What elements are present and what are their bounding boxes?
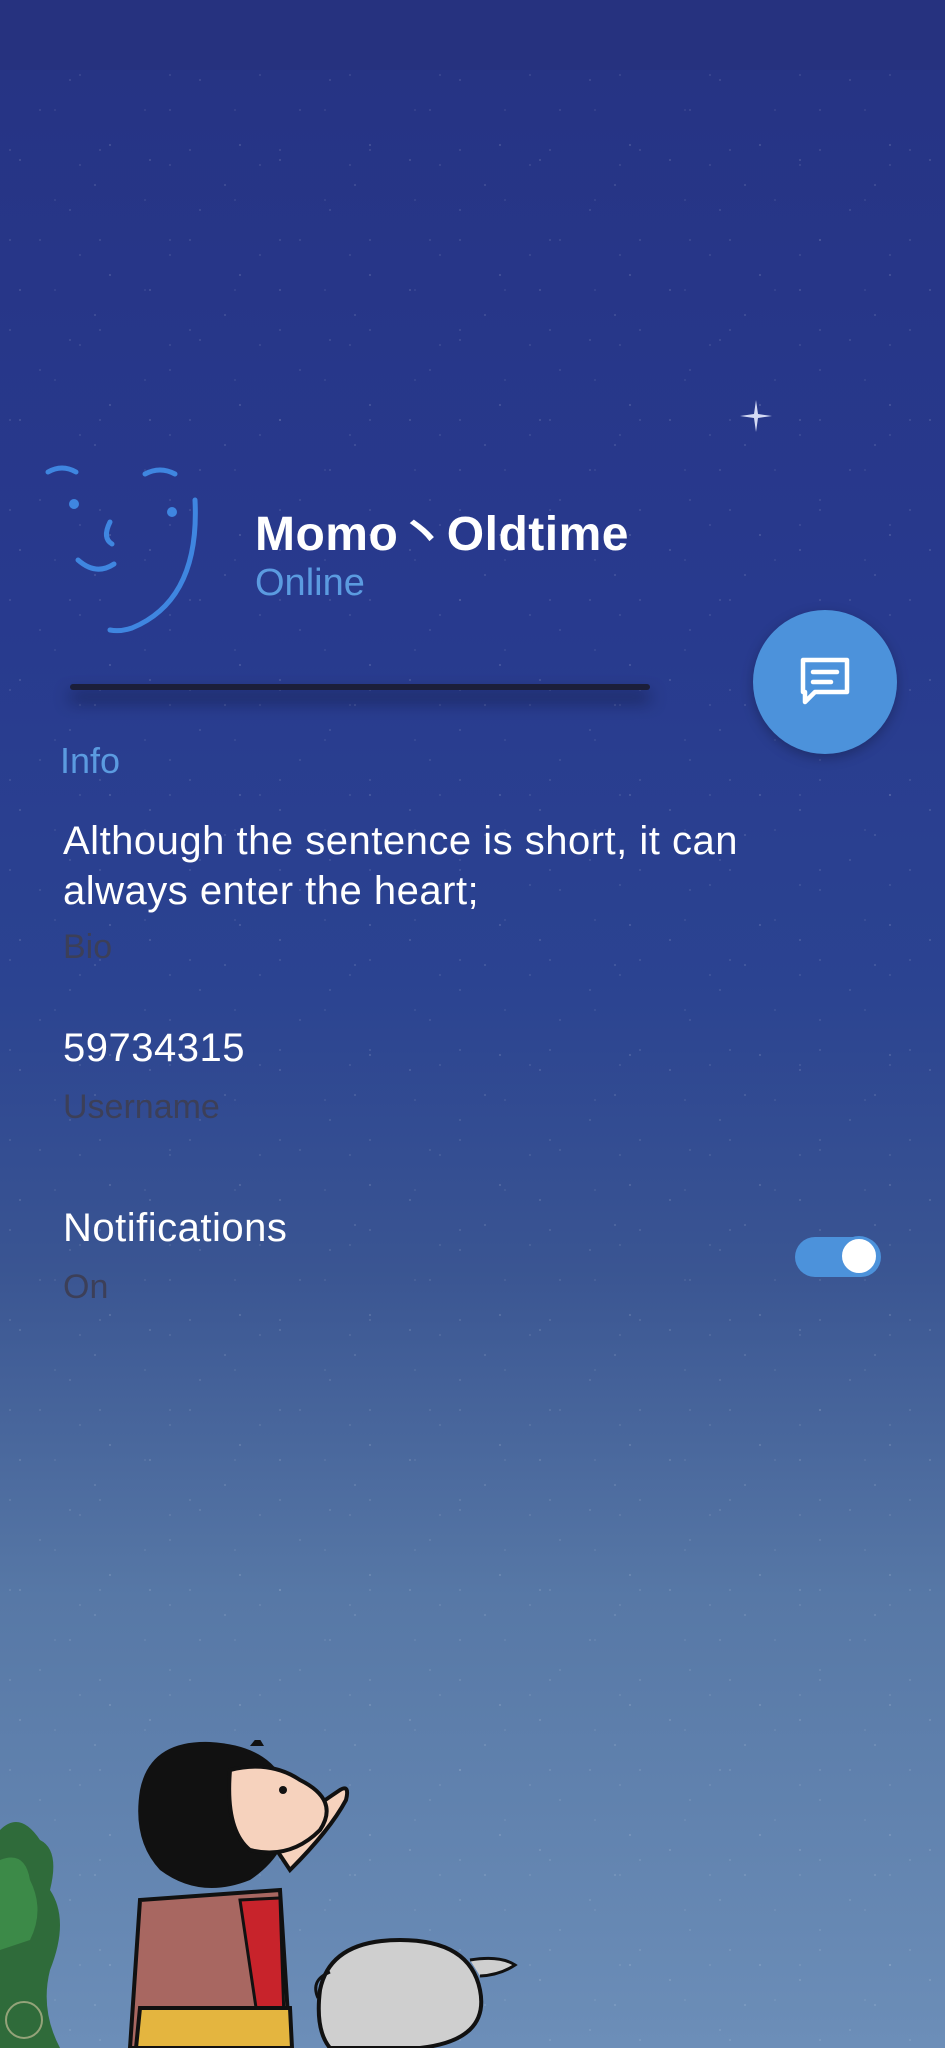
message-icon [800, 657, 850, 705]
bio-label: Bio [63, 928, 113, 966]
bio-value[interactable]: Although the sentence is short, it can a… [63, 816, 863, 916]
profile-name: Momo丶Oldtime [255, 508, 629, 561]
status-bar [0, 0, 945, 70]
username-label: Username [63, 1088, 220, 1126]
username-value[interactable]: 59734315 [63, 1026, 245, 1071]
info-section-title: Info [60, 740, 121, 781]
online-status: Online [255, 562, 365, 604]
notifications-title[interactable]: Notifications [63, 1206, 287, 1251]
avatar[interactable] [40, 460, 210, 640]
sparkle-star-icon [740, 400, 772, 432]
header-divider [70, 684, 650, 690]
toggle-knob [839, 1236, 879, 1276]
notifications-state: On [63, 1268, 109, 1306]
notifications-toggle[interactable] [795, 1233, 881, 1281]
send-message-button[interactable] [753, 610, 897, 754]
cartoon-boy-illustration [0, 1740, 518, 2048]
